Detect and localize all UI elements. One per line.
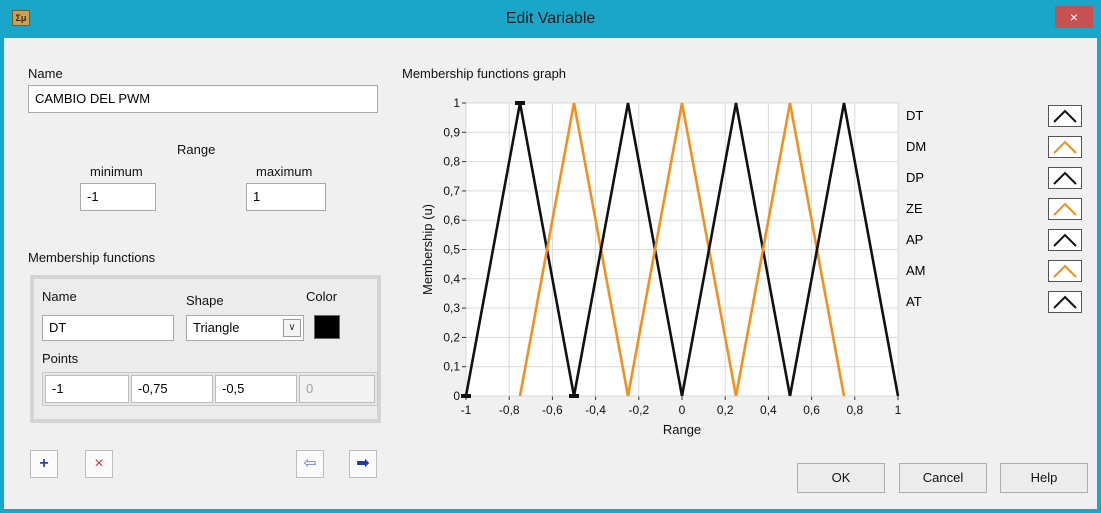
legend-triangle-icon[interactable] xyxy=(1048,136,1082,158)
maximum-label: maximum xyxy=(256,164,313,179)
y-tick-label: 0,4 xyxy=(443,272,460,286)
point-input-1[interactable]: -1 xyxy=(45,375,129,403)
x-tick-label: -0,2 xyxy=(628,403,649,417)
title-bar: Σμ Edit Variable × xyxy=(4,0,1097,38)
point-marker xyxy=(569,394,579,398)
x-tick-label: 0 xyxy=(679,403,686,417)
membership-function-panel: Name DT Shape Triangle ∨ Color Points -1… xyxy=(30,275,381,423)
x-tick-label: -1 xyxy=(461,403,472,417)
legend-triangle-icon[interactable] xyxy=(1048,105,1082,127)
legend-triangle-icon[interactable] xyxy=(1048,167,1082,189)
window-title: Edit Variable xyxy=(505,10,596,27)
legend-label-at: AT xyxy=(906,294,922,309)
membership-functions-label: Membership functions xyxy=(28,250,156,265)
x-tick-label: 0,6 xyxy=(803,403,820,417)
x-axis-label: Range xyxy=(663,422,701,437)
plot-area xyxy=(465,102,899,397)
series-line-ze xyxy=(626,102,738,397)
point-marker xyxy=(461,394,471,398)
mf-name-input[interactable]: DT xyxy=(42,315,174,341)
legend-label-dp: DP xyxy=(906,170,925,185)
legend-label-dm: DM xyxy=(906,139,927,154)
series-line-dp xyxy=(572,102,684,397)
series-line-dm xyxy=(518,102,630,397)
x-tick-label: 0,8 xyxy=(846,403,863,417)
legend-label-ze: ZE xyxy=(906,201,923,216)
y-tick-label: 0,6 xyxy=(443,213,460,227)
color-label: Color xyxy=(306,289,338,304)
series-line-at xyxy=(788,102,900,397)
close-button[interactable]: × xyxy=(1055,6,1093,28)
graph-title: Membership functions graph xyxy=(402,66,567,81)
y-axis-label: Membership (u) xyxy=(420,204,435,295)
color-swatch[interactable] xyxy=(314,315,340,339)
series-line-am xyxy=(734,102,846,397)
x-tick-label: -0,8 xyxy=(499,403,520,417)
ok-button[interactable]: OK xyxy=(797,463,885,493)
y-tick-label: 0,5 xyxy=(443,243,460,257)
series-line-ap xyxy=(680,102,792,397)
point-input-4: 0 xyxy=(299,375,375,403)
x-tick-label: 0,4 xyxy=(760,403,777,417)
edit-variable-window: Σμ Edit Variable × Name CAMBIO DEL PWM R… xyxy=(0,0,1101,513)
y-tick-label: 0,7 xyxy=(443,184,460,198)
help-button[interactable]: Help xyxy=(1000,463,1088,493)
next-function-button[interactable]: ➡ xyxy=(349,450,377,478)
point-input-3[interactable]: -0,5 xyxy=(215,375,297,403)
delete-function-button[interactable]: × xyxy=(85,450,113,478)
legend-label-dt: DT xyxy=(906,108,924,123)
y-tick-label: 0,1 xyxy=(443,360,460,374)
point-input-2[interactable]: -0,75 xyxy=(131,375,213,403)
legend-triangle-icon[interactable] xyxy=(1048,260,1082,282)
shape-label: Shape xyxy=(186,293,224,308)
y-tick-label: 0,2 xyxy=(443,330,460,344)
x-tick-label: -0,4 xyxy=(585,403,606,417)
mf-name-label: Name xyxy=(42,289,77,304)
app-icon: Σμ xyxy=(12,10,30,26)
legend-label-ap: AP xyxy=(906,232,924,247)
cancel-button[interactable]: Cancel xyxy=(899,463,987,493)
points-row: -1 -0,75 -0,5 0 xyxy=(42,372,378,406)
legend-triangle-icon[interactable] xyxy=(1048,229,1082,251)
series-line-dt xyxy=(464,102,576,397)
y-tick-label: 1 xyxy=(453,96,460,110)
y-tick-label: 0,8 xyxy=(443,155,460,169)
points-label: Points xyxy=(42,351,79,366)
range-maximum-input[interactable]: 1 xyxy=(246,183,326,211)
y-tick-label: 0,3 xyxy=(443,301,460,315)
add-function-button[interactable]: + xyxy=(30,450,58,478)
variable-name-input[interactable]: CAMBIO DEL PWM xyxy=(28,85,378,113)
previous-function-button[interactable]: ⇦ xyxy=(296,450,324,478)
shape-select[interactable]: Triangle ∨ xyxy=(186,315,304,341)
dialog-body: Name CAMBIO DEL PWM Range minimum maximu… xyxy=(4,38,1097,509)
y-tick-label: 0,9 xyxy=(443,125,460,139)
y-tick-label: 0 xyxy=(453,389,460,403)
minimum-label: minimum xyxy=(90,164,143,179)
x-tick-label: -0,6 xyxy=(542,403,563,417)
point-marker xyxy=(515,101,525,105)
shape-select-value: Triangle xyxy=(193,320,240,335)
range-label: Range xyxy=(177,142,216,157)
x-tick-label: 0,2 xyxy=(717,403,734,417)
legend-triangle-icon[interactable] xyxy=(1048,291,1082,313)
legend-triangle-icon[interactable] xyxy=(1048,198,1082,220)
chevron-down-icon[interactable]: ∨ xyxy=(283,319,301,337)
range-minimum-input[interactable]: -1 xyxy=(80,183,156,211)
x-tick-label: 1 xyxy=(895,403,902,417)
legend-label-am: AM xyxy=(906,263,926,278)
name-label: Name xyxy=(28,66,63,81)
